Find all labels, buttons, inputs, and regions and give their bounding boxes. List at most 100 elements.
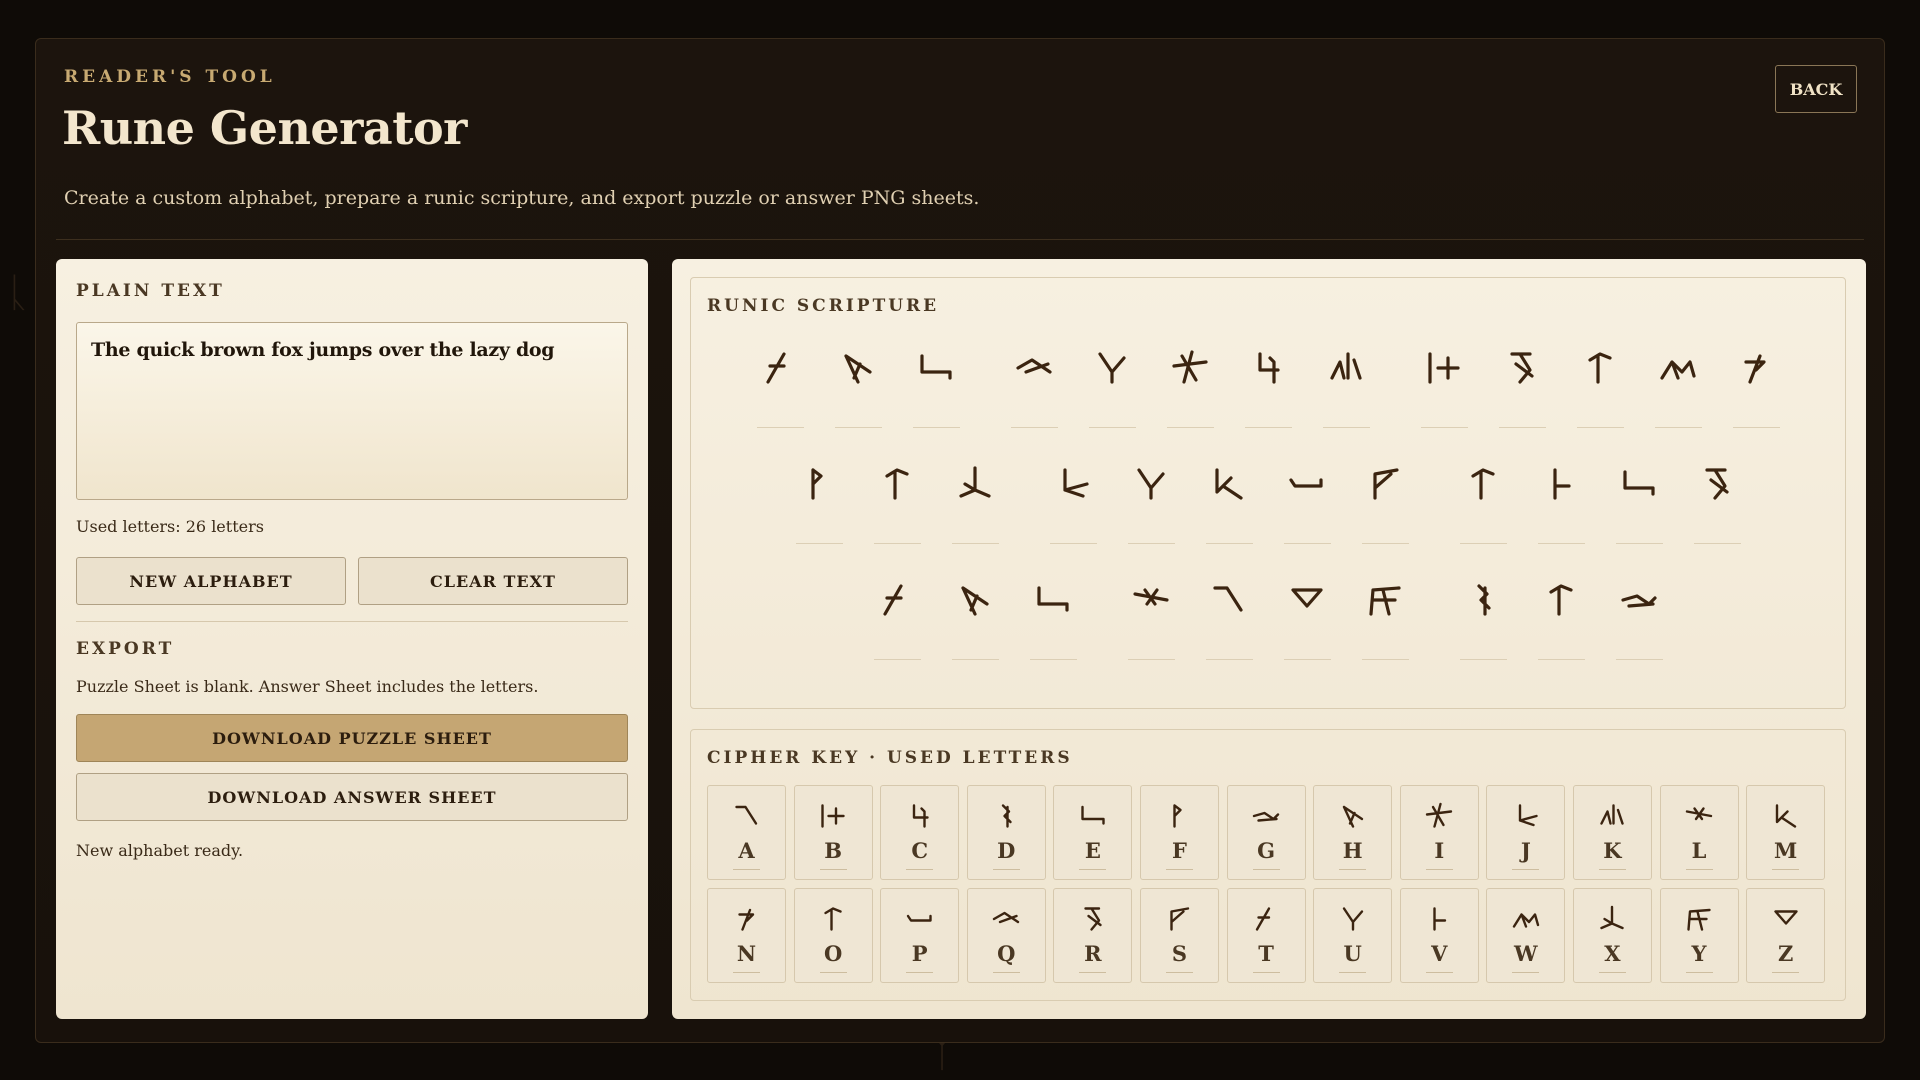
answer-line [1615, 543, 1663, 544]
cipher-key-letter: L [1691, 838, 1707, 863]
scripture-rune-glyph [952, 570, 999, 630]
cipher-key-glyph [881, 796, 958, 836]
scripture-rune [1361, 570, 1409, 660]
scripture-word-gap [1424, 454, 1444, 544]
cipher-key-cell: A [707, 785, 786, 880]
cipher-key-letter: P [911, 941, 928, 966]
answer-line [1693, 543, 1741, 544]
cipher-key-cell: G [1226, 785, 1306, 880]
cipher-key-glyph [1747, 899, 1824, 939]
rune-q-icon [993, 911, 1020, 924]
back-button[interactable]: BACK [1775, 65, 1857, 113]
cipher-key-underline [1772, 972, 1800, 973]
answer-line [1283, 659, 1331, 660]
cipher-key-underline [1165, 869, 1193, 870]
scripture-word-gap [1424, 570, 1444, 660]
rune-o-icon [1549, 584, 1573, 616]
scripture-word-gap [1385, 338, 1405, 428]
scripture-row [691, 454, 1845, 544]
scripture-rune-glyph [1089, 338, 1136, 398]
cipher-key-letter: E [1084, 838, 1101, 863]
scripture-rune-glyph [1245, 338, 1292, 398]
rune-e-icon [920, 354, 952, 380]
rune-f-icon [1173, 804, 1183, 828]
answer-line [1127, 659, 1175, 660]
scripture-rune [873, 454, 921, 544]
rune-p-icon [1289, 478, 1323, 488]
cipher-key-glyph [1487, 899, 1564, 939]
cipher-key-glyph [1574, 796, 1651, 836]
scripture-rune-glyph [874, 454, 921, 514]
cipher-key-underline [992, 972, 1020, 973]
rune-c-icon [1258, 352, 1280, 384]
download-answer-button[interactable]: DOWNLOAD ANSWER SHEET [76, 773, 628, 821]
plain-text-label: PLAIN TEXT [76, 281, 225, 301]
scripture-rune [1654, 338, 1702, 428]
cipher-key-glyph [1314, 899, 1391, 939]
rune-o-icon [885, 468, 909, 500]
cipher-key-underline [1685, 972, 1713, 973]
cipher-key-underline [733, 972, 760, 973]
rune-a-icon [734, 805, 757, 825]
scripture-rune-glyph [913, 338, 960, 398]
scripture-rune-glyph [1128, 454, 1175, 514]
cipher-key-letter: D [997, 838, 1016, 863]
scripture-rune [1459, 454, 1507, 544]
cipher-key-letter: H [1342, 838, 1363, 863]
scripture-rune [1322, 338, 1370, 428]
answer-line [1049, 543, 1097, 544]
cipher-key-cell: E [1053, 785, 1133, 880]
scripture-rune [951, 454, 999, 544]
page-subtitle: Create a custom alphabet, prepare a runi… [64, 187, 980, 209]
answer-line [1127, 543, 1175, 544]
clear-text-button[interactable]: CLEAR TEXT [358, 557, 628, 605]
answer-line [951, 543, 999, 544]
scripture-rune-glyph [1284, 570, 1331, 630]
scripture-rune-glyph [1362, 570, 1409, 630]
scripture-rune-glyph [1616, 570, 1663, 630]
cipher-key-glyph [881, 899, 958, 939]
plain-text-input[interactable]: The quick brown fox jumps over the lazy … [76, 322, 628, 500]
rune-u-icon [1098, 352, 1126, 384]
rune-r-icon [1510, 352, 1534, 384]
rune-b-icon [1428, 352, 1460, 384]
cipher-key-glyph [1661, 796, 1738, 836]
rune-w-icon [1660, 360, 1696, 380]
cipher-key-letter: S [1171, 941, 1188, 966]
cipher-key-letter: K [1603, 838, 1622, 863]
scripture-rune [1615, 570, 1663, 660]
cipher-key-underline [1685, 869, 1713, 870]
answer-line [873, 543, 921, 544]
rune-e-icon [1623, 470, 1655, 496]
cipher-key-glyph [795, 899, 872, 939]
cipher-key-letter: Y [1691, 941, 1707, 966]
cipher-key-glyph [1228, 899, 1305, 939]
rune-m-icon [1775, 804, 1796, 828]
scripture-rune-glyph [1362, 454, 1409, 514]
export-note: Puzzle Sheet is blank. Answer Sheet incl… [76, 677, 539, 696]
download-puzzle-button[interactable]: DOWNLOAD PUZZLE SHEET [76, 714, 628, 762]
scripture-row [691, 338, 1845, 428]
scripture-rune-glyph [796, 454, 843, 514]
answer-line [1244, 427, 1292, 428]
scripture-rune-glyph [1538, 454, 1585, 514]
rune-u-icon [1137, 468, 1165, 500]
scripture-rune [756, 338, 804, 428]
scripture-rune [1283, 570, 1331, 660]
rune-y-icon [1369, 586, 1401, 616]
cipher-key-letter: C [911, 838, 929, 863]
scripture-rune-glyph [1538, 570, 1585, 630]
rune-t-icon [766, 352, 786, 384]
cipher-key-letter: M [1774, 838, 1798, 863]
answer-line [1537, 659, 1585, 660]
cipher-key-cell: C [880, 785, 960, 880]
scripture-rune [1576, 338, 1624, 428]
new-alphabet-button[interactable]: NEW ALPHABET [76, 557, 346, 605]
scripture-rune-glyph [874, 570, 921, 630]
rune-p-icon [906, 914, 932, 922]
cipher-key-underline [906, 869, 934, 870]
rune-h-icon [961, 586, 989, 616]
rune-l-icon [1685, 807, 1713, 821]
scripture-rune [1615, 454, 1663, 544]
rune-x-icon [1600, 905, 1625, 930]
